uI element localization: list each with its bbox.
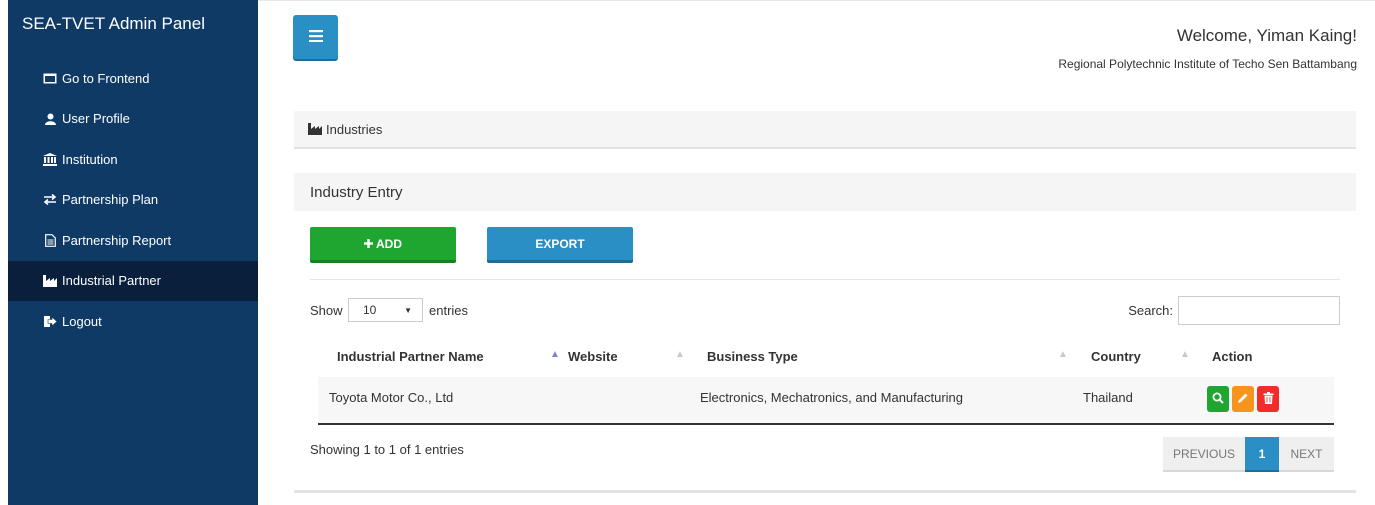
document-icon [42, 233, 58, 247]
trash-icon [1263, 391, 1274, 407]
institute-name: Regional Polytechnic Institute of Techo … [1058, 57, 1357, 71]
sidebar-item-logout[interactable]: Logout [8, 301, 258, 342]
main-content: Welcome, Yiman Kaing! Regional Polytechn… [258, 0, 1375, 505]
divider [310, 279, 1340, 280]
menu-toggle-button[interactable] [293, 15, 338, 59]
pencil-icon [1237, 392, 1249, 407]
sidebar-item-label: Partnership Report [62, 232, 172, 248]
sidebar-item-label: Industrial Partner [62, 273, 161, 289]
cell-name: Toyota Motor Co., Ltd [329, 390, 454, 405]
sidebar-item-user-profile[interactable]: User Profile [8, 99, 258, 140]
sort-asc-icon[interactable]: ▲ [550, 349, 560, 360]
sort-icon[interactable]: ▲ [675, 349, 685, 360]
sidebar-item-label: Partnership Plan [62, 192, 159, 208]
sidebar-item-partnership-plan[interactable]: Partnership Plan [8, 180, 258, 221]
sidebar-item-label: User Profile [62, 111, 130, 127]
sidebar-item-label: Logout [62, 313, 102, 329]
sidebar-item-label: Institution [62, 151, 118, 167]
previous-page-button[interactable]: PREVIOUS [1163, 437, 1245, 472]
welcome-text: Welcome, Yiman Kaing! [1176, 26, 1357, 45]
institution-icon [42, 152, 58, 166]
page-1-button[interactable]: 1 [1245, 437, 1279, 472]
sort-icon[interactable]: ▲ [1058, 349, 1068, 360]
export-button[interactable]: EXPORT [487, 227, 633, 263]
column-header-business-type[interactable]: Business Type [707, 349, 798, 364]
page-size-value: 10 [363, 303, 377, 317]
sort-icon[interactable]: ▲ [1180, 349, 1190, 360]
sidebar-item-partnership-report[interactable]: Partnership Report [8, 220, 258, 261]
column-header-name[interactable]: Industrial Partner Name [337, 349, 484, 364]
breadcrumb: Industries [294, 111, 1356, 149]
hamburger-icon [308, 29, 323, 45]
sidebar: SEA-TVET Admin Panel Go to Frontend User… [8, 0, 258, 505]
exchange-icon [42, 193, 58, 207]
sidebar-item-label: Go to Frontend [62, 70, 150, 86]
entries-label: entries [429, 303, 469, 318]
factory-icon [308, 123, 324, 135]
user-icon [42, 112, 58, 126]
show-label: Show [310, 303, 343, 318]
factory-icon [42, 274, 58, 288]
plus-icon [364, 237, 373, 251]
sidebar-item-industrial-partner[interactable]: Industrial Partner [8, 260, 258, 301]
sidebar-item-go-to-frontend[interactable]: Go to Frontend [8, 58, 258, 99]
pagination: PREVIOUS 1 NEXT [1163, 437, 1334, 472]
panel-title: Industry Entry [294, 173, 1356, 211]
column-header-country[interactable]: Country [1091, 349, 1141, 364]
column-header-website[interactable]: Website [568, 349, 618, 364]
search-input[interactable] [1178, 296, 1340, 325]
table-info: Showing 1 to 1 of 1 entries [310, 442, 464, 457]
sidebar-item-institution[interactable]: Institution [8, 139, 258, 180]
view-button[interactable] [1207, 386, 1229, 412]
cell-country: Thailand [1083, 390, 1133, 405]
page-size-select[interactable]: 10 ▼ [348, 298, 423, 322]
edit-button[interactable] [1232, 386, 1254, 412]
breadcrumb-label: Industries [326, 121, 383, 137]
search-icon [1212, 392, 1224, 407]
cell-business-type: Electronics, Mechatronics, and Manufactu… [700, 390, 964, 405]
add-button-label: ADD [376, 236, 402, 251]
logout-icon [42, 314, 58, 328]
chevron-down-icon: ▼ [404, 306, 412, 315]
brand-title: SEA-TVET Admin Panel [22, 14, 205, 33]
add-button[interactable]: ADD [310, 227, 456, 263]
next-page-button[interactable]: NEXT [1279, 437, 1334, 472]
window-icon [42, 71, 58, 85]
industry-entry-panel: Industry Entry ADD EXPORT Show 10 ▼ entr… [294, 173, 1356, 493]
delete-button[interactable] [1257, 386, 1279, 412]
column-header-action: Action [1212, 349, 1253, 364]
search-label: Search: [1128, 303, 1173, 318]
export-button-label: EXPORT [535, 236, 585, 251]
